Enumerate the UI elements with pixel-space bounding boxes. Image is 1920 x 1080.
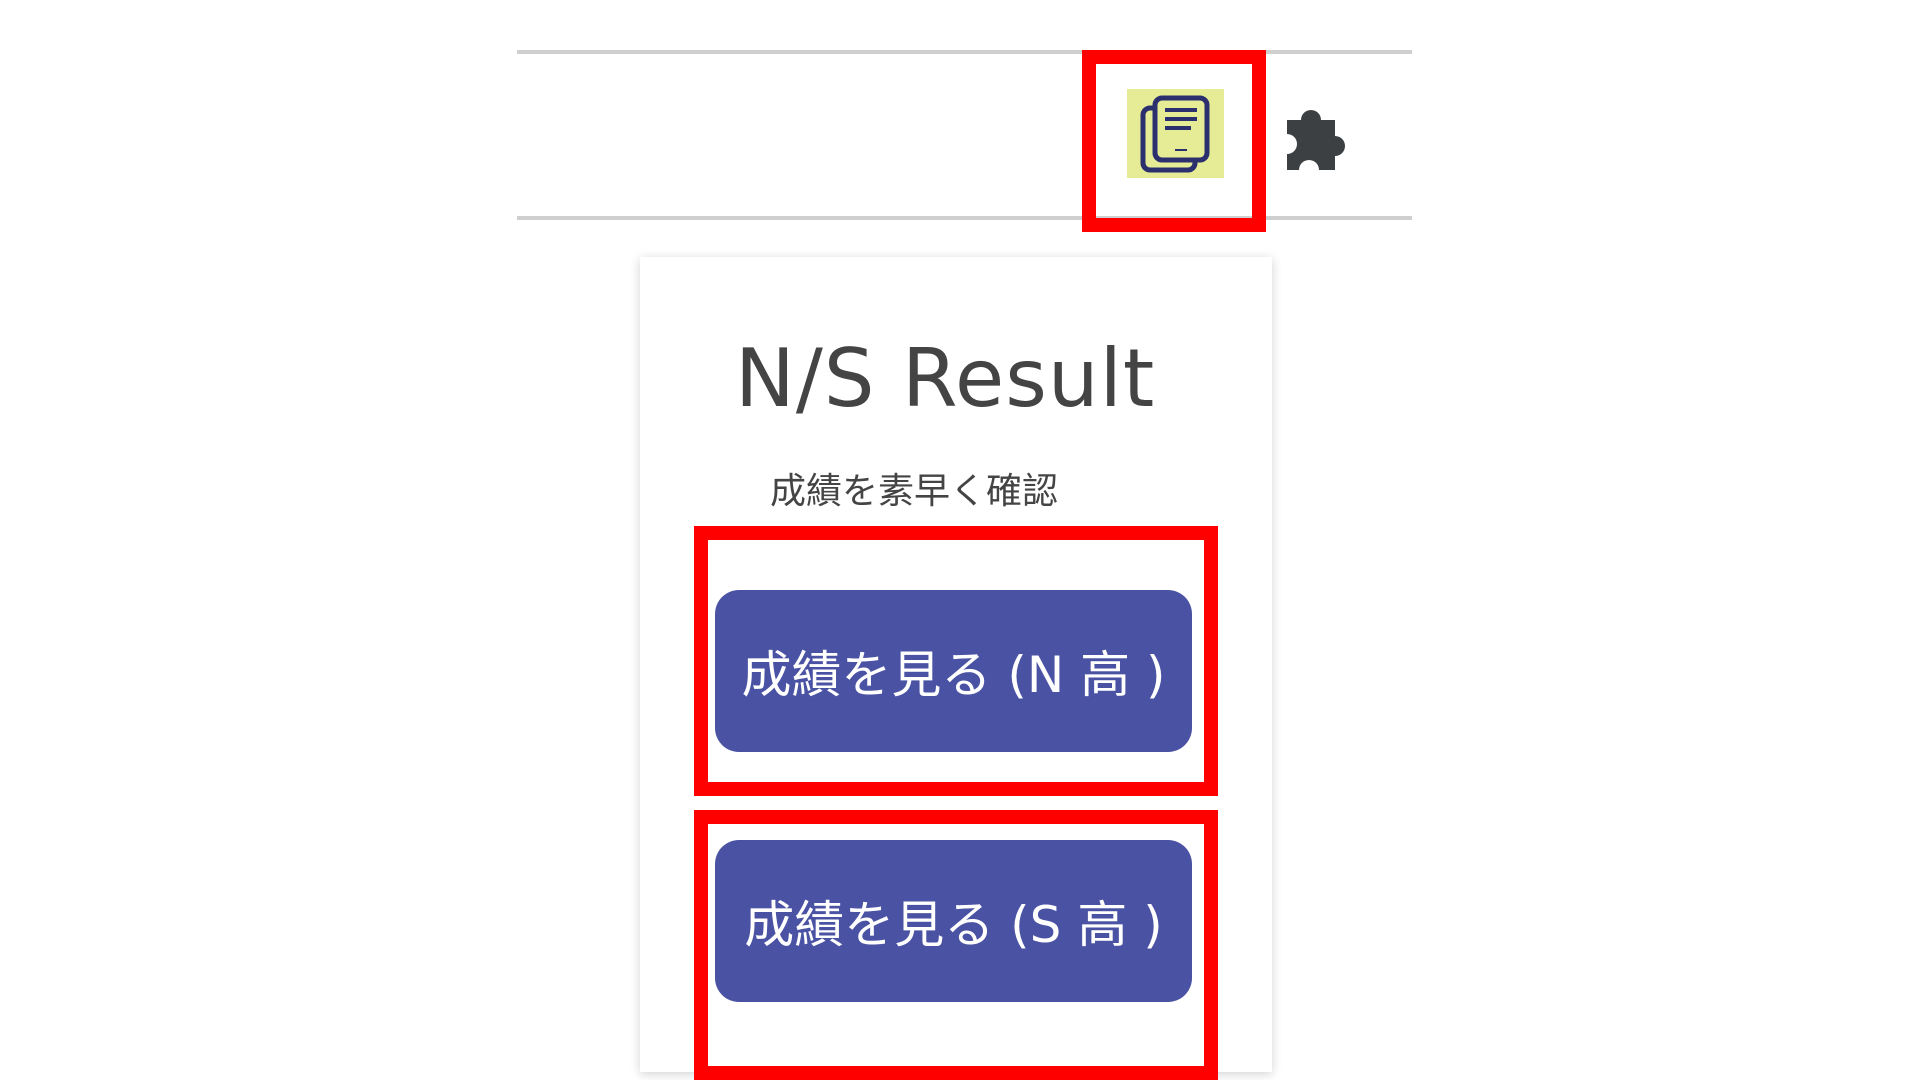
toolbar-top-border [517, 50, 1412, 54]
extensions-puzzle-icon[interactable] [1273, 98, 1353, 178]
view-results-n-button[interactable]: 成績を見る (N 高 ) [715, 590, 1192, 752]
popup-title: N/S Result [735, 332, 1156, 425]
ns-result-extension-button[interactable] [1127, 89, 1224, 178]
toolbar-bottom-border [517, 216, 1412, 220]
view-results-s-button[interactable]: 成績を見る (S 高 ) [715, 840, 1192, 1002]
document-stack-icon [1140, 95, 1209, 172]
extension-popup: N/S Result 成績を素早く確認 成績を見る (N 高 ) 成績を見る (… [640, 257, 1272, 1072]
popup-subtitle: 成績を素早く確認 [770, 471, 1059, 512]
stage: N/S Result 成績を素早く確認 成績を見る (N 高 ) 成績を見る (… [0, 0, 1920, 1080]
